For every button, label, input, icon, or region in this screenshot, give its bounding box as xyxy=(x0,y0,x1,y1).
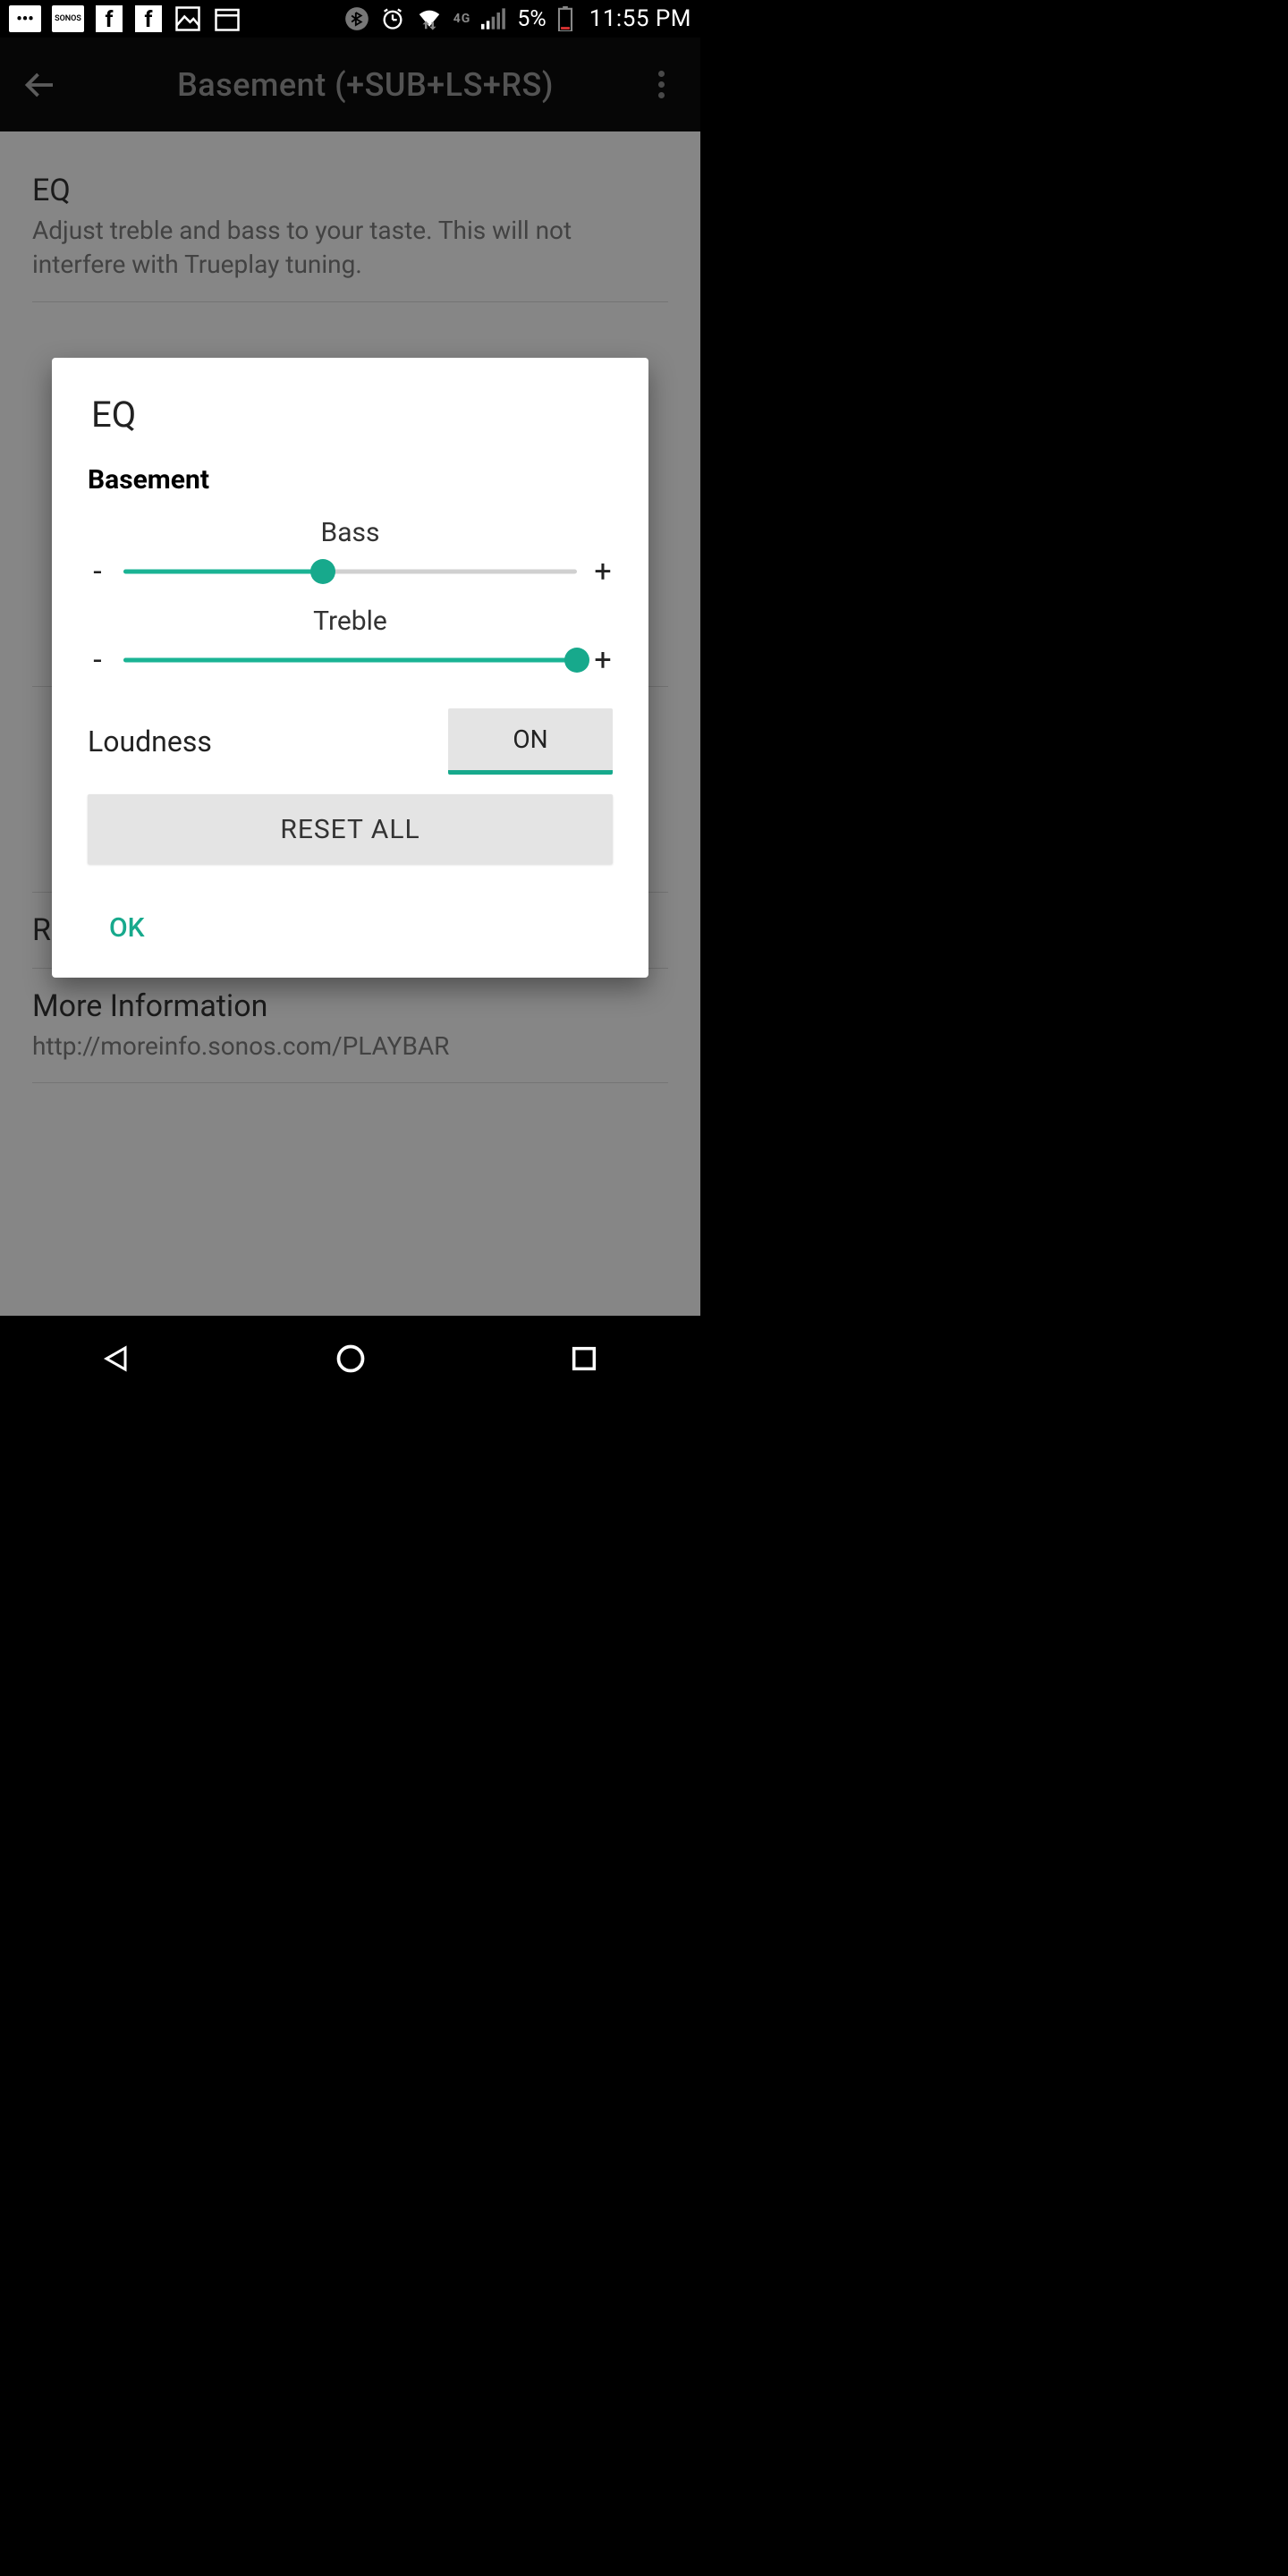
svg-text:f: f xyxy=(106,7,114,32)
reset-all-button[interactable]: RESET ALL xyxy=(88,794,613,864)
ok-button[interactable]: OK xyxy=(88,907,166,949)
system-nav-bar xyxy=(0,1316,700,1401)
notification-more-icon: ••• xyxy=(9,5,41,32)
treble-slider[interactable] xyxy=(123,643,577,677)
battery-percent: 5% xyxy=(517,6,546,32)
nav-home-button[interactable] xyxy=(332,1340,369,1377)
calendar-icon xyxy=(213,5,242,32)
bass-plus-button[interactable]: + xyxy=(593,554,613,589)
bass-minus-button[interactable]: - xyxy=(88,554,107,589)
image-icon xyxy=(174,5,202,32)
nav-back-button[interactable] xyxy=(98,1340,136,1377)
bluetooth-icon xyxy=(344,6,369,31)
status-bar: ••• SONOS f f 4G 5% 11:5 xyxy=(0,0,700,38)
alarm-icon xyxy=(380,6,405,31)
clock-text: 11:55 PM xyxy=(589,5,691,32)
treble-label: Treble xyxy=(88,606,613,637)
bass-slider-block: Bass - + xyxy=(88,517,613,589)
facebook-icon: f xyxy=(134,5,163,32)
treble-slider-block: Treble - + xyxy=(88,606,613,678)
wifi-sync-icon xyxy=(416,7,443,30)
bass-label: Bass xyxy=(88,517,613,548)
treble-plus-button[interactable]: + xyxy=(593,642,613,678)
network-type-label: 4G xyxy=(453,12,471,26)
dialog-title: EQ xyxy=(91,394,613,436)
svg-text:f: f xyxy=(145,7,153,32)
eq-dialog: EQ Basement Bass - + Treble - + Loudness xyxy=(52,358,648,978)
treble-minus-button[interactable]: - xyxy=(88,642,107,678)
room-name: Basement xyxy=(88,464,613,496)
loudness-label: Loudness xyxy=(88,724,212,758)
facebook-icon: f xyxy=(95,5,123,32)
sonos-app-icon: SONOS xyxy=(52,5,84,32)
battery-icon xyxy=(557,6,573,31)
loudness-toggle[interactable]: ON xyxy=(448,708,613,775)
bass-slider[interactable] xyxy=(123,555,577,589)
signal-icon xyxy=(481,8,506,30)
nav-recents-button[interactable] xyxy=(565,1340,603,1377)
